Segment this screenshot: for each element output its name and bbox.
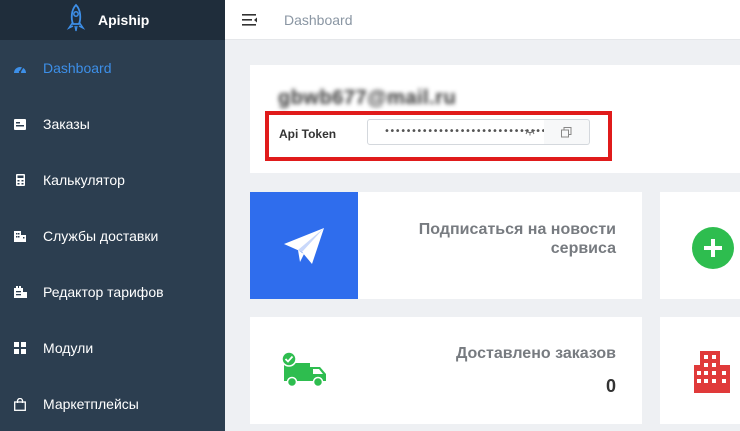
sidebar-item-calculator[interactable]: Калькулятор: [0, 152, 225, 208]
dashboard-icon: [13, 61, 27, 75]
breadcrumb: Dashboard: [284, 11, 353, 28]
user-email: gbwb677@mail.ru: [278, 87, 457, 109]
sidebar-item-tariff-editor[interactable]: Редактор тарифов: [0, 264, 225, 320]
sidebar-item-orders[interactable]: Заказы: [0, 96, 225, 152]
sidebar-item-label: Калькулятор: [43, 172, 125, 188]
menu-toggle-icon[interactable]: [242, 13, 258, 27]
plus-circle-icon[interactable]: [692, 227, 734, 269]
sidebar-item-label: Редактор тарифов: [43, 284, 164, 300]
orders-icon: [13, 117, 27, 131]
eye-closed-icon[interactable]: [524, 127, 536, 137]
api-token-row: Api Token ••••••••••••••••••••••••••••••…: [265, 111, 612, 161]
building-icon: [13, 229, 27, 243]
rocket-logo-icon: [66, 3, 86, 32]
sidebar-item-label: Маркетплейсы: [43, 396, 139, 412]
sidebar-item-label: Заказы: [43, 116, 90, 132]
subscribe-news-text: Подписаться на новости сервиса: [418, 221, 616, 257]
delivered-orders-label: Доставлено заказов: [455, 345, 616, 362]
api-token-field[interactable]: ••••••••••••••••••••••••••••••••: [367, 119, 557, 145]
add-card[interactable]: [660, 192, 740, 299]
calculator-icon: [13, 173, 27, 187]
paper-plane-icon: [284, 227, 324, 264]
sidebar-item-label: Dashboard: [43, 60, 112, 76]
modules-icon: [13, 341, 27, 355]
sidebar-item-marketplaces[interactable]: Маркетплейсы: [0, 376, 225, 431]
sidebar-item-dashboard[interactable]: Dashboard: [0, 40, 225, 96]
delivered-orders-card: Доставлено заказов 0: [250, 317, 642, 424]
shopping-bag-icon: [13, 397, 27, 411]
copy-token-button[interactable]: [544, 119, 590, 145]
brand[interactable]: Apiship: [0, 0, 225, 40]
api-token-label: Api Token: [279, 127, 337, 141]
sidebar-item-delivery-services[interactable]: Службы доставки: [0, 208, 225, 264]
brand-name: Apiship: [98, 12, 150, 28]
sidebar-item-label: Модули: [43, 340, 94, 356]
red-building-icon: [694, 351, 730, 393]
subscribe-icon-box: [250, 192, 358, 299]
tariff-icon: [13, 285, 27, 299]
sidebar-nav: Dashboard Заказы Калькулятор Службы дост…: [0, 40, 225, 431]
delivered-orders-count: 0: [605, 376, 616, 396]
subscribe-news-card[interactable]: Подписаться на новости сервиса: [250, 192, 642, 299]
delivery-truck-icon: [281, 351, 326, 388]
topbar: Dashboard: [225, 0, 740, 40]
sidebar-item-label: Службы доставки: [43, 228, 159, 244]
copy-icon: [561, 126, 572, 137]
building-card: [660, 317, 740, 424]
sidebar-item-modules[interactable]: Модули: [0, 320, 225, 376]
sidebar: Apiship Dashboard Заказы Калькулятор Слу…: [0, 0, 225, 431]
